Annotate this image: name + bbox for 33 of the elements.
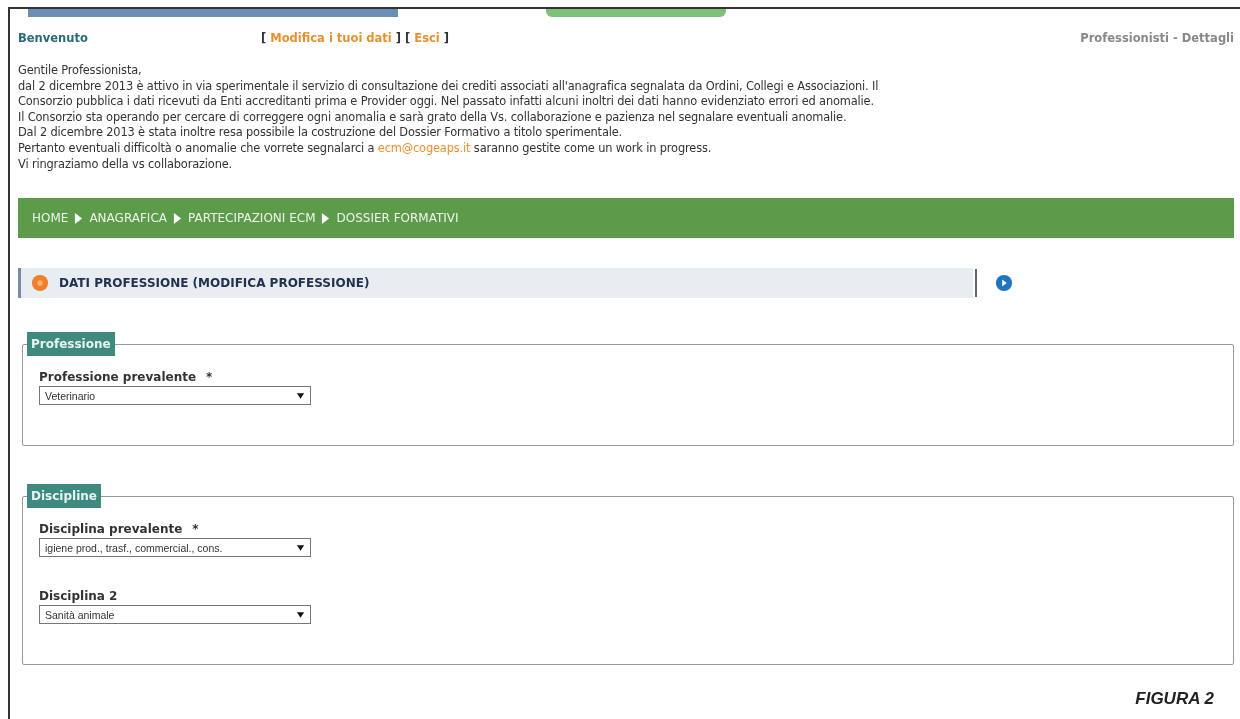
bracket-text: ] xyxy=(443,31,450,45)
circle-icon xyxy=(31,274,49,293)
dropdown[interactable]: Veterinario xyxy=(39,386,311,406)
edit-profile-link[interactable]: Modifica i tuoi dati xyxy=(270,31,392,45)
field-label: Professione prevalente xyxy=(39,370,197,385)
bracket-text: [ xyxy=(261,31,267,45)
intro-text: Gentile Professionista, dal 2 dicembre 2013 è attivo in via sperimentale il servizio di consultazione dei crediti associati all'anagrafica segnalata da Ordini, Collegi e Associazioni. Il Consorzio pubblica i dati ricevuti da Enti accreditanti prima e Provider oggi. Nel passato infatti alcuni inoltri dei dati hanno evidenziato errori ed anomalie. Il Consorzio sta operando per cercare di correggere ogni anomalia e sarà grato della Vs. collaborazione e pazienza nel segnalare eventuali anomalie. Dal 2 dicembre 2013 è stata inoltre resa possibile la costruzione del Dossier Formativo a titolo sperimentale. Pertanto eventuali difficoltà o anomalie che vorrete segnalarci a ecm@cogeaps.it saranno gestite come un work in progress. Vi ringraziamo della vs collaborazione. xyxy=(18,63,880,173)
bracket-text: ] [ xyxy=(395,31,411,45)
group-legend: Discipline xyxy=(27,484,101,509)
caret-icon xyxy=(296,610,305,619)
dropdown[interactable]: Sanità animale xyxy=(39,605,311,625)
triangle-icon xyxy=(321,211,331,225)
required-mark: * xyxy=(206,370,213,385)
arrow-circle-icon[interactable] xyxy=(995,274,1013,293)
logout-link[interactable]: Esci xyxy=(414,31,440,45)
required-mark: * xyxy=(192,522,199,537)
section-title: DATI PROFESSIONE (MODIFICA PROFESSIONE) xyxy=(59,276,370,291)
breadcrumb-link[interactable]: ANAGRAFICA xyxy=(89,211,167,226)
breadcrumb-link[interactable]: PARTECIPAZIONI ECM xyxy=(188,211,316,226)
triangle-icon xyxy=(173,211,182,225)
figure-caption: FIGURA 2 xyxy=(1135,689,1214,709)
breadcrumb-link[interactable]: HOME xyxy=(32,211,69,226)
field-label: Disciplina 2 xyxy=(39,589,118,604)
dropdown[interactable]: igiene prod., trasf., commercial., cons. xyxy=(39,538,311,558)
caret-icon xyxy=(296,543,305,552)
welcome-text: Benvenuto xyxy=(18,31,89,45)
caret-icon xyxy=(296,391,305,400)
triangle-icon xyxy=(74,211,84,225)
email-link[interactable]: ecm@cogeaps.it xyxy=(377,140,471,155)
group-legend: Professione xyxy=(27,332,115,357)
page-title: Professionisti - Dettagli xyxy=(1080,31,1234,45)
breadcrumb-link[interactable]: DOSSIER FORMATIVI xyxy=(336,211,459,226)
field-label: Disciplina prevalente xyxy=(39,522,183,537)
